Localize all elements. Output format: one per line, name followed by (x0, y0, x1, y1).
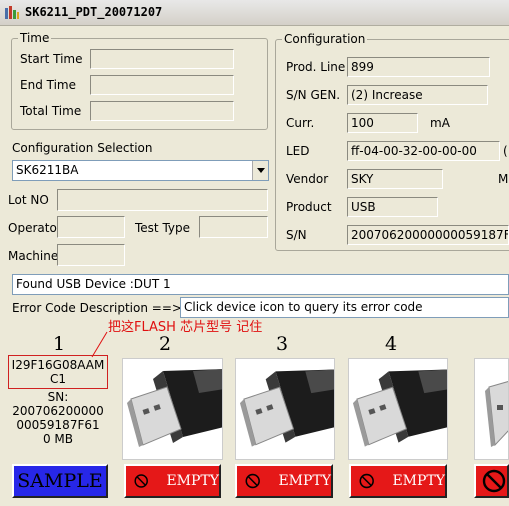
chevron-down-icon[interactable] (252, 161, 268, 180)
prod-line-label: Prod. Line (286, 60, 346, 74)
end-time-label: End Time (20, 78, 76, 92)
lot-no-label: Lot NO (8, 193, 49, 207)
curr-unit: mA (430, 116, 450, 130)
usb-drive-icon (127, 369, 222, 447)
lot-no-field[interactable] (57, 189, 268, 211)
curr-label: Curr. (286, 116, 315, 130)
sample-button-label: SAMPLE (17, 470, 103, 492)
sn-gen-label: S/N GEN. (286, 88, 341, 102)
app-icon (5, 6, 19, 19)
vendor-field: SKY (347, 169, 443, 189)
product-label: Product (286, 200, 332, 214)
flash-model: I29F16G08AAM C1 (8, 355, 108, 389)
device-size: 0 MB (42, 432, 74, 446)
device-sn-line2: 00059187F61 (16, 418, 100, 432)
machine-field[interactable] (57, 244, 125, 266)
no-entry-icon (482, 469, 506, 493)
empty-button-label: EMPTY (392, 473, 445, 489)
window-title: SK6211_PDT_20071207 (25, 5, 163, 19)
flash-model-line2: C1 (49, 372, 66, 386)
device-info[interactable]: I29F16G08AAM C1 SN: 200706200000 0005918… (8, 355, 108, 457)
slot-number-4: 4 (385, 333, 398, 355)
no-entry-icon (245, 473, 260, 489)
device-sn-line1: 200706200000 (12, 404, 104, 418)
led-label: LED (286, 144, 310, 158)
empty-button-5[interactable] (474, 464, 509, 498)
empty-button-label: EMPTY (166, 473, 219, 489)
usb-drive-icon (239, 369, 334, 447)
empty-button-label: EMPTY (278, 473, 331, 489)
sn-caption: SN: (47, 390, 69, 404)
total-time-field (90, 101, 234, 121)
status-field: Found USB Device :DUT 1 (12, 274, 509, 295)
test-type-label: Test Type (135, 221, 191, 235)
led-extra: ( (503, 144, 508, 158)
start-time-label: Start Time (20, 52, 83, 66)
sn-gen-field: (2) Increase (347, 85, 488, 105)
title-bar: SK6211_PDT_20071207 (0, 0, 509, 26)
flash-model-line1: I29F16G08AAM (11, 358, 105, 372)
empty-button-4[interactable]: EMPTY (349, 464, 447, 498)
usb-drive-slot-3[interactable] (235, 358, 335, 460)
operator-label: Operator (8, 221, 62, 235)
sn-field: 20070620000000059187F6 (347, 225, 509, 245)
product-field: USB (347, 197, 438, 217)
annotation-note: 把这FLASH 芯片型号 记住 (108, 320, 263, 335)
no-entry-icon (134, 474, 148, 488)
usb-drive-slot-5[interactable] (474, 358, 509, 460)
empty-button-3[interactable]: EMPTY (235, 464, 333, 498)
test-type-field[interactable] (199, 216, 268, 238)
curr-field: 100 (347, 113, 418, 133)
machine-label: Machine (8, 249, 59, 263)
config-selection-value: SK6211BA (16, 163, 79, 177)
vendor-label: Vendor (286, 172, 329, 186)
config-selection-dropdown[interactable]: SK6211BA (12, 160, 269, 181)
slot-number-3: 3 (276, 333, 289, 355)
usb-drive-slot-4[interactable] (348, 358, 448, 460)
operator-field[interactable] (57, 216, 125, 238)
slot-number-2: 2 (159, 333, 172, 355)
sample-button[interactable]: SAMPLE (12, 464, 108, 498)
usb-drive-slot-2[interactable] (122, 358, 223, 460)
config-selection-label: Configuration Selection (12, 141, 153, 155)
configuration-group-label: Configuration (282, 32, 368, 46)
usb-drive-icon (352, 369, 447, 447)
slot-number-1: 1 (53, 333, 66, 355)
start-time-field (90, 49, 234, 69)
error-code-field: Click device icon to query its error cod… (180, 297, 509, 318)
total-time-label: Total Time (20, 104, 82, 118)
vendor-extra: M (498, 172, 509, 186)
end-time-field (90, 75, 234, 95)
prod-line-field: 899 (347, 57, 490, 77)
sn-label: S/N (286, 228, 307, 242)
led-field: ff-04-00-32-00-00-00 (347, 141, 500, 161)
error-code-label: Error Code Description ==> (12, 301, 182, 315)
time-group-label: Time (18, 31, 52, 45)
empty-button-2[interactable]: EMPTY (124, 464, 221, 498)
usb-drive-icon (485, 381, 508, 447)
no-entry-icon (359, 473, 374, 489)
